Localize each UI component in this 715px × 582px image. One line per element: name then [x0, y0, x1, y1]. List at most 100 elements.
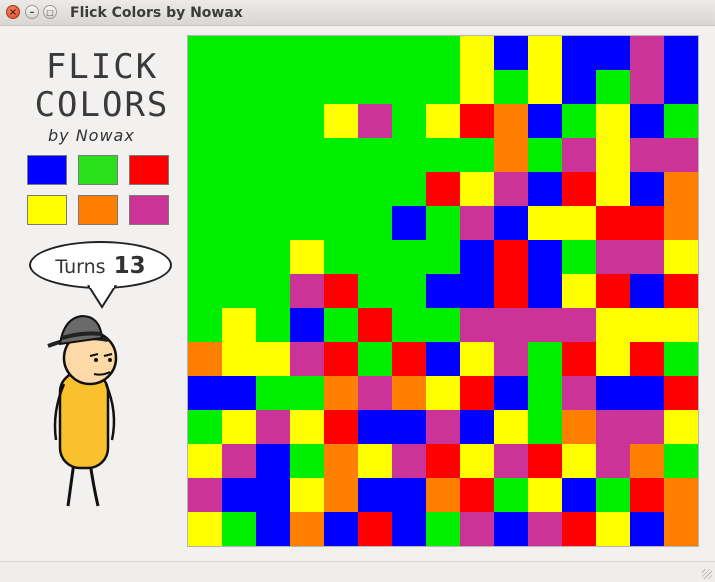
board-cell [358, 376, 392, 410]
board-cell [188, 206, 222, 240]
color-button-blue[interactable] [27, 155, 67, 185]
board-cell [664, 138, 698, 172]
board-cell [392, 410, 426, 444]
board-cell [562, 36, 596, 70]
board-cell [630, 240, 664, 274]
board-cell [392, 240, 426, 274]
board-cell [256, 104, 290, 138]
board-cell [188, 172, 222, 206]
board-cell [188, 274, 222, 308]
board-cell [324, 240, 358, 274]
board-cell [664, 376, 698, 410]
board-cell [596, 138, 630, 172]
color-button-red[interactable] [129, 155, 169, 185]
board-cell [256, 172, 290, 206]
board-cell [222, 512, 256, 546]
board-cell [528, 410, 562, 444]
board-cell [528, 36, 562, 70]
board-cell [630, 172, 664, 206]
board-cell [358, 172, 392, 206]
board-cell [324, 376, 358, 410]
board-cell [664, 512, 698, 546]
color-button-green[interactable] [78, 155, 118, 185]
board-cell [290, 342, 324, 376]
board-cell [188, 444, 222, 478]
board-cell [392, 206, 426, 240]
board-cell [460, 172, 494, 206]
board-cell [664, 342, 698, 376]
maximize-window-button[interactable]: □ [43, 5, 57, 19]
board-cell [256, 444, 290, 478]
board-cell [596, 342, 630, 376]
board-cell [290, 512, 324, 546]
board-cell [324, 410, 358, 444]
color-button-magenta[interactable] [129, 195, 169, 225]
board-cell [494, 70, 528, 104]
board-cell [494, 206, 528, 240]
color-button-yellow[interactable] [27, 195, 67, 225]
board-cell [426, 410, 460, 444]
board-cell [426, 376, 460, 410]
board-cell [494, 104, 528, 138]
minimize-window-button[interactable]: – [25, 5, 39, 19]
board-cell [188, 342, 222, 376]
board-cell [664, 274, 698, 308]
close-window-button[interactable]: × [6, 5, 20, 19]
board-cell [528, 376, 562, 410]
board-cell [426, 172, 460, 206]
color-button-orange[interactable] [78, 195, 118, 225]
board-cell [630, 138, 664, 172]
board-cell [188, 104, 222, 138]
board-cell [222, 410, 256, 444]
board-cell [358, 104, 392, 138]
status-bar [0, 561, 715, 582]
board-cell [256, 342, 290, 376]
board-cell [562, 478, 596, 512]
game-board[interactable] [187, 35, 699, 547]
board-cell [324, 138, 358, 172]
turns-speech-bubble: Turns 13 [29, 241, 172, 289]
board-cell [222, 478, 256, 512]
board-cell [528, 342, 562, 376]
board-cell [222, 240, 256, 274]
board-cell [664, 104, 698, 138]
board-cell [392, 376, 426, 410]
board-cell [562, 274, 596, 308]
board-cell [528, 478, 562, 512]
board-cell [188, 308, 222, 342]
board-cell [256, 274, 290, 308]
board-cell [494, 376, 528, 410]
board-cell [596, 512, 630, 546]
board-cell [426, 240, 460, 274]
board-cell [664, 172, 698, 206]
board-cell [188, 138, 222, 172]
board-cell [630, 444, 664, 478]
board-cell [630, 478, 664, 512]
board-cell [392, 342, 426, 376]
board-cell [290, 138, 324, 172]
board-cell [528, 274, 562, 308]
board-cell [222, 342, 256, 376]
board-cell [256, 308, 290, 342]
board-cell [324, 104, 358, 138]
board-cell [290, 274, 324, 308]
board-cell [358, 444, 392, 478]
board-cell [664, 444, 698, 478]
board-cell [528, 240, 562, 274]
board-cell [494, 512, 528, 546]
board-cell [290, 376, 324, 410]
board-cell [426, 478, 460, 512]
board-cell [460, 444, 494, 478]
board-cell [562, 104, 596, 138]
resize-grip-icon[interactable] [702, 569, 712, 579]
board-cell [324, 308, 358, 342]
board-cell [392, 172, 426, 206]
board-cell [460, 512, 494, 546]
board-cell [596, 206, 630, 240]
board-cell [324, 70, 358, 104]
board-cell [426, 104, 460, 138]
board-cell [426, 308, 460, 342]
board-cell [290, 240, 324, 274]
board-cell [494, 240, 528, 274]
board-cell [596, 104, 630, 138]
